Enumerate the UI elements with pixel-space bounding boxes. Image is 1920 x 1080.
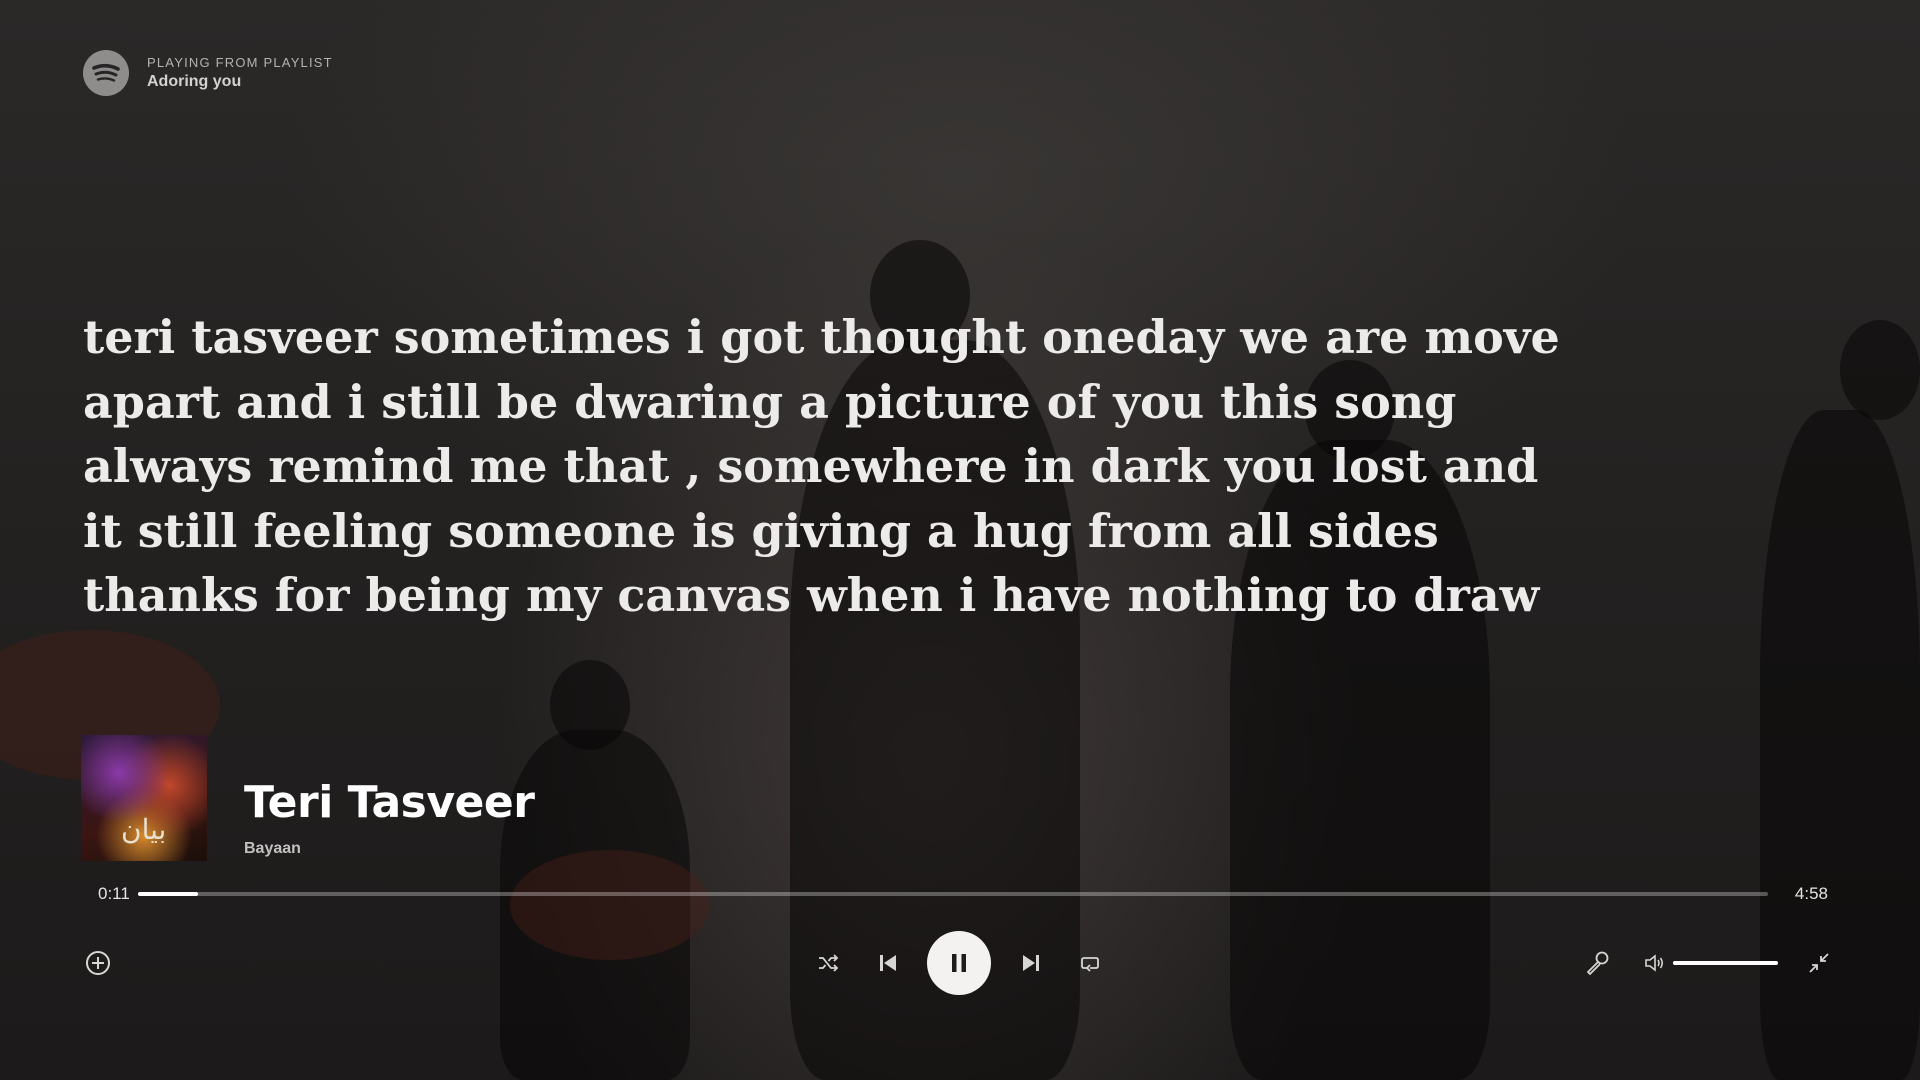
- next-button[interactable]: [1015, 947, 1047, 979]
- volume-fill: [1673, 961, 1778, 965]
- elapsed-time: 0:11: [98, 884, 130, 903]
- minimize-icon: [1809, 953, 1829, 973]
- album-cover[interactable]: بیان: [81, 735, 207, 861]
- volume-icon: [1645, 954, 1664, 972]
- shuffle-icon: [819, 954, 839, 972]
- shuffle-button[interactable]: [812, 947, 844, 979]
- lyric-line[interactable]: it still feeling someone is giving a hug…: [83, 499, 1439, 564]
- duration-time: 4:58: [1794, 884, 1828, 903]
- previous-button[interactable]: [872, 947, 904, 979]
- spotify-icon: [83, 50, 129, 96]
- fullscreen-player: PLAYING FROM PLAYLIST Adoring you teri t…: [0, 0, 1920, 1080]
- progress-row: 0:11 4:58: [98, 884, 1828, 904]
- lyric-line[interactable]: teri tasveer sometimes i got thought one…: [83, 305, 1560, 370]
- background-figure: [1840, 320, 1920, 420]
- progress-fill: [138, 892, 199, 896]
- player-controls: [0, 930, 1920, 996]
- track-artist[interactable]: Bayaan: [244, 840, 534, 858]
- context-label: PLAYING FROM PLAYLIST: [147, 55, 333, 70]
- skip-previous-icon: [880, 955, 896, 971]
- lyrics-button[interactable]: [1581, 947, 1613, 979]
- playlist-name[interactable]: Adoring you: [147, 73, 333, 91]
- lyric-line[interactable]: thanks for being my canvas when i have n…: [83, 563, 1539, 628]
- pause-button[interactable]: [927, 931, 991, 995]
- volume-slider[interactable]: [1673, 961, 1778, 965]
- playing-context[interactable]: PLAYING FROM PLAYLIST Adoring you: [83, 50, 333, 96]
- repeat-icon: [1081, 957, 1099, 972]
- mute-button[interactable]: [1639, 947, 1671, 979]
- lyric-line[interactable]: apart and i still be dwaring a picture o…: [83, 370, 1456, 435]
- progress-bar[interactable]: [138, 892, 1768, 896]
- microphone-icon: [1586, 951, 1609, 976]
- album-cover-logo: بیان: [121, 813, 167, 846]
- exit-fullscreen-button[interactable]: [1803, 947, 1835, 979]
- add-circle-icon: [86, 951, 110, 975]
- lyric-line[interactable]: always remind me that , somewhere in dar…: [83, 434, 1538, 499]
- pause-icon: [952, 954, 966, 972]
- lyrics-panel: teri tasveer sometimes i got thought one…: [83, 305, 1560, 628]
- add-to-library-button[interactable]: [82, 947, 114, 979]
- track-title[interactable]: Teri Tasveer: [244, 777, 535, 828]
- repeat-button[interactable]: [1074, 947, 1106, 979]
- now-playing-track: بیان Teri Tasveer Bayaan: [81, 735, 535, 861]
- skip-next-icon: [1023, 955, 1039, 971]
